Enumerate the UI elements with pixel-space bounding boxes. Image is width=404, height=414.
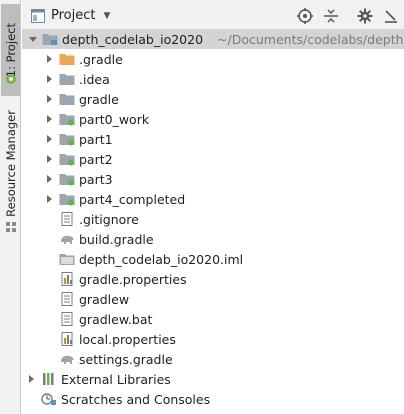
collapse-all-icon (324, 9, 338, 23)
scratches-icon (41, 392, 57, 406)
hide-panel-button[interactable] (378, 3, 404, 29)
toolbar-divider (344, 3, 352, 29)
root-project-name: depth_codelab_io2020 (62, 31, 204, 47)
tree-item-part2[interactable]: part2 (22, 149, 404, 169)
tree-item-part0-work[interactable]: part0_work (22, 109, 404, 129)
tree-item-label: .gradle (79, 51, 123, 67)
tree-item-label: depth_codelab_io2020.iml (79, 251, 244, 267)
tree-item-gradle-properties[interactable]: gradle.properties (22, 269, 404, 289)
tree-item-iml[interactable]: depth_codelab_io2020.iml (22, 249, 404, 269)
module-folder-icon (59, 112, 75, 126)
chevron-right-icon[interactable] (44, 94, 54, 104)
chevron-right-icon[interactable] (44, 134, 54, 144)
folder-icon (59, 72, 75, 86)
resource-manager-tab-label: Resource Manager (3, 109, 18, 217)
resource-manager-tab[interactable]: Resource Manager (1, 104, 20, 222)
tree-item-label: settings.gradle (79, 351, 173, 367)
tree-item-label: part3 (79, 171, 113, 187)
tree-root-row[interactable]: depth_codelab_io2020 ~/Documents/codelabs… (22, 29, 404, 49)
tree-item-label: part0_work (79, 111, 150, 127)
chevron-right-icon[interactable] (44, 174, 54, 184)
chevron-right-icon[interactable] (44, 194, 54, 204)
select-opened-file-button[interactable] (292, 3, 318, 29)
tree-item-gradlew-bat[interactable]: gradlew.bat (22, 309, 404, 329)
chevron-right-icon[interactable] (44, 154, 54, 164)
project-panel-header: Project ▼ (22, 0, 404, 32)
tree-item-label: part2 (79, 151, 113, 167)
tree-item-label: build.gradle (79, 231, 154, 247)
tree-item-part1[interactable]: part1 (22, 129, 404, 149)
tree-item-label: .gitignore (79, 211, 139, 227)
chevron-down-icon[interactable]: ▼ (103, 11, 110, 21)
project-tree: depth_codelab_io2020 ~/Documents/codelabs… (22, 29, 404, 409)
tree-item-idea[interactable]: .idea (22, 69, 404, 89)
tool-window-strip: 1: Project Resource Manager (0, 0, 21, 414)
tree-item-label: local.properties (79, 331, 176, 347)
properties-file-icon (59, 332, 75, 346)
tree-item-label: .idea (79, 71, 110, 87)
collapse-all-button[interactable] (318, 3, 344, 29)
chevron-right-icon[interactable] (44, 114, 54, 124)
tree-item-gradlew[interactable]: gradlew (22, 289, 404, 309)
tree-item-label: External Libraries (61, 371, 171, 387)
gradle-elephant-icon (59, 232, 75, 246)
tree-item-gitignore[interactable]: .gitignore (22, 209, 404, 229)
module-folder-icon (59, 132, 75, 146)
chevron-right-icon[interactable] (44, 54, 54, 64)
header-toolbar (292, 0, 404, 32)
module-folder-icon (59, 172, 75, 186)
project-view-selector[interactable]: Project (51, 8, 95, 23)
tree-item-dot-gradle[interactable]: .gradle (22, 49, 404, 69)
module-folder-icon (59, 192, 75, 206)
chevron-down-icon[interactable] (28, 34, 38, 44)
module-folder-icon (59, 152, 75, 166)
tree-item-scratches[interactable]: Scratches and Consoles (22, 389, 404, 409)
tree-item-external-libraries[interactable]: External Libraries (22, 369, 404, 389)
tree-item-label: gradlew (79, 291, 130, 307)
gear-icon (357, 8, 373, 24)
tree-item-label: gradlew.bat (79, 311, 153, 327)
tree-item-build-gradle[interactable]: build.gradle (22, 229, 404, 249)
text-file-icon (59, 292, 75, 306)
tree-item-part3[interactable]: part3 (22, 169, 404, 189)
orange-folder-icon (59, 52, 75, 66)
properties-file-icon (59, 272, 75, 286)
folder-icon (59, 92, 75, 106)
settings-button[interactable] (352, 3, 378, 29)
module-folder-icon (42, 32, 58, 46)
text-file-icon (59, 212, 75, 226)
tree-item-local-properties[interactable]: local.properties (22, 329, 404, 349)
tree-item-part4-completed[interactable]: part4_completed (22, 189, 404, 209)
libraries-icon (41, 372, 57, 386)
module-file-icon (59, 252, 75, 266)
gradle-elephant-icon (59, 352, 75, 366)
tree-item-label: Scratches and Consoles (61, 391, 211, 407)
root-project-path: ~/Documents/codelabs/depth_c (217, 31, 404, 47)
tree-item-label: gradle.properties (79, 271, 187, 287)
hide-panel-icon (385, 10, 397, 23)
chevron-right-icon[interactable] (26, 374, 36, 384)
resource-manager-icon (4, 220, 18, 234)
project-view-icon (31, 8, 45, 23)
tree-item-settings-gradle[interactable]: settings.gradle (22, 349, 404, 369)
tree-item-label: gradle (79, 91, 119, 107)
tree-item-gradle-folder[interactable]: gradle (22, 89, 404, 109)
globe-target-icon (297, 8, 313, 24)
chevron-right-icon[interactable] (44, 74, 54, 84)
text-file-icon (59, 312, 75, 326)
tree-item-label: part4_completed (79, 191, 186, 207)
project-tool-tab-label: 1: Project (3, 22, 18, 78)
tree-item-label: part1 (79, 131, 113, 147)
android-icon (4, 72, 18, 86)
